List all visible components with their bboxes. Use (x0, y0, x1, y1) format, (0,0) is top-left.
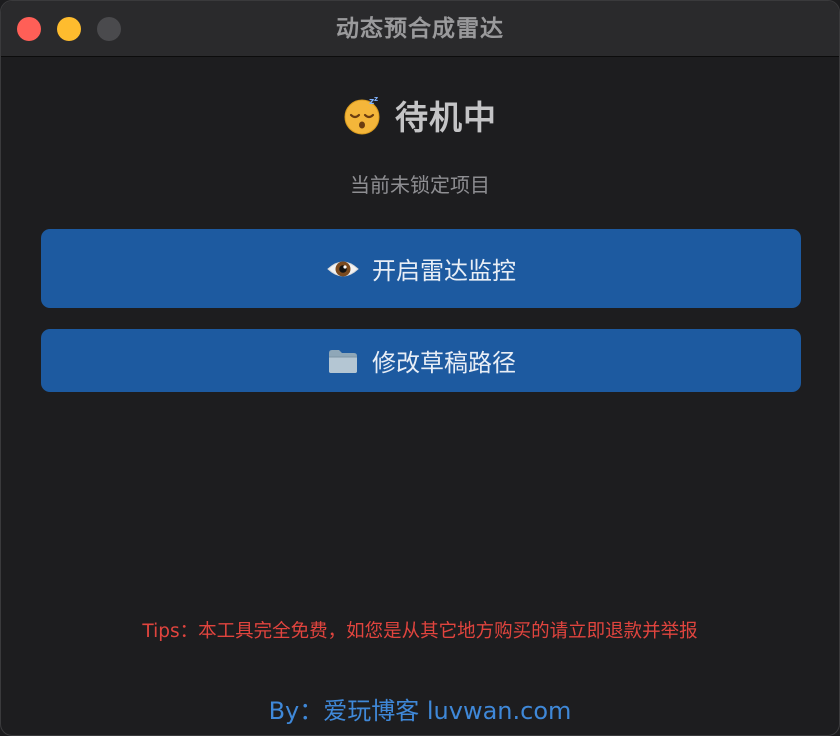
main-content: z z 待机中 当前未锁定项目 开启雷达监控 修改草稿路径 Tips：本工具完全… (1, 57, 839, 735)
folder-icon (326, 344, 360, 378)
author-link[interactable]: By：爱玩博客 luvwan.com (1, 691, 839, 726)
title-bar[interactable]: 动态预合成雷达 (1, 1, 839, 57)
project-status-text: 当前未锁定项目 (350, 173, 490, 197)
start-radar-label: 开启雷达监控 (372, 257, 516, 285)
sleeping-face-icon: z z (343, 95, 383, 135)
tips-warning-text: Tips：本工具完全免费，如您是从其它地方购买的请立即退款并举报 (142, 621, 698, 642)
eye-icon (326, 252, 360, 286)
app-window: 动态预合成雷达 z z 待机中 当前未锁定项目 开启雷达监控 修改草稿路径 Ti… (0, 0, 840, 736)
svg-text:z: z (374, 95, 378, 103)
status-indicator: z z 待机中 (1, 89, 839, 141)
start-radar-button[interactable]: 开启雷达监控 (41, 229, 801, 308)
window-title: 动态预合成雷达 (336, 16, 504, 42)
status-text: 待机中 (395, 98, 497, 137)
change-draft-path-label: 修改草稿路径 (372, 349, 516, 377)
change-draft-path-button[interactable]: 修改草稿路径 (41, 329, 801, 392)
